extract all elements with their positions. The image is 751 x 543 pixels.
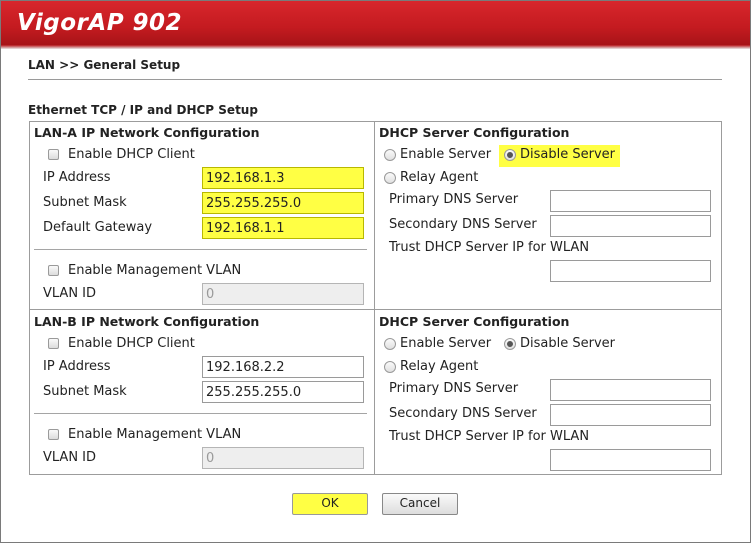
dhcp-a-title: DHCP Server Configuration xyxy=(379,125,570,140)
lan-a-title: LAN-A IP Network Configuration xyxy=(34,125,260,140)
dhcp-b-disable-label: Disable Server xyxy=(520,336,615,351)
dhcp-b-primary-dns-label: Primary DNS Server xyxy=(389,381,519,396)
dhcp-a-primary-dns-label: Primary DNS Server xyxy=(389,192,519,207)
dhcp-b-enable-label: Enable Server xyxy=(400,336,492,351)
dhcp-a-secondary-dns-label: Secondary DNS Server xyxy=(389,217,537,232)
lan-a-divider xyxy=(34,249,367,250)
lan-b-ip-input[interactable] xyxy=(202,356,364,378)
lan-b-ip-label: IP Address xyxy=(43,359,111,374)
lan-a-gateway-input[interactable] xyxy=(202,217,364,239)
dhcp-a-relay-label: Relay Agent xyxy=(400,170,479,185)
dhcp-b-primary-dns-input[interactable] xyxy=(550,379,711,401)
dhcp-a-trust-label: Trust DHCP Server IP for WLAN xyxy=(389,240,590,255)
dhcp-a-secondary-dns-input[interactable] xyxy=(550,215,711,237)
lan-b-title: LAN-B IP Network Configuration xyxy=(34,314,260,329)
lan-a-dhcp-client-label: Enable DHCP Client xyxy=(68,147,195,162)
lan-b-vlan-id-label: VLAN ID xyxy=(43,450,97,465)
dhcp-b-title: DHCP Server Configuration xyxy=(379,314,570,329)
breadcrumb-divider xyxy=(28,79,722,80)
header-shade xyxy=(1,45,750,49)
header-bar: VigorAP 902 xyxy=(1,1,750,49)
lan-b-dhcp-client-checkbox[interactable] xyxy=(48,338,59,349)
dhcp-a-enable-label: Enable Server xyxy=(400,147,492,162)
dhcp-a-disable-label: Disable Server xyxy=(520,147,615,162)
lan-b-mask-label: Subnet Mask xyxy=(43,384,127,399)
dhcp-a-disable-radio[interactable] xyxy=(504,149,516,161)
product-logo: VigorAP 902 xyxy=(17,10,183,36)
lan-a-vlan-id-input[interactable] xyxy=(202,283,364,305)
lan-b-mask-input[interactable] xyxy=(202,381,364,403)
dhcp-b-relay-label: Relay Agent xyxy=(400,359,479,374)
breadcrumb: LAN >> General Setup xyxy=(28,58,181,72)
lan-a-ip-label: IP Address xyxy=(43,170,111,185)
lan-a-mask-input[interactable] xyxy=(202,192,364,214)
lan-a-vlan-label: Enable Management VLAN xyxy=(68,263,242,278)
lan-b-dhcp-client-label: Enable DHCP Client xyxy=(68,336,195,351)
dhcp-b-secondary-dns-input[interactable] xyxy=(550,404,711,426)
dhcp-b-disable-radio[interactable] xyxy=(504,338,516,350)
dhcp-b-enable-radio[interactable] xyxy=(384,338,396,350)
dhcp-a-enable-radio[interactable] xyxy=(384,149,396,161)
dhcp-a-primary-dns-input[interactable] xyxy=(550,190,711,212)
dhcp-b-trust-input[interactable] xyxy=(550,449,711,471)
dhcp-b-trust-label: Trust DHCP Server IP for WLAN xyxy=(389,429,590,444)
dhcp-b-relay-radio[interactable] xyxy=(384,361,396,373)
dhcp-b-secondary-dns-label: Secondary DNS Server xyxy=(389,406,537,421)
lan-b-vlan-label: Enable Management VLAN xyxy=(68,427,242,442)
lan-a-mask-label: Subnet Mask xyxy=(43,195,127,210)
lan-b-vlan-checkbox[interactable] xyxy=(48,429,59,440)
dhcp-a-trust-input[interactable] xyxy=(550,260,711,282)
lan-a-vlan-checkbox[interactable] xyxy=(48,265,59,276)
lan-b-vlan-id-input[interactable] xyxy=(202,447,364,469)
lan-a-gateway-label: Default Gateway xyxy=(43,220,153,235)
cancel-button[interactable]: Cancel xyxy=(382,493,458,515)
lan-a-vlan-id-label: VLAN ID xyxy=(43,286,97,301)
lan-b-divider xyxy=(34,413,367,414)
app-window: VigorAP 902 LAN >> General Setup Etherne… xyxy=(0,0,751,543)
dhcp-a-relay-radio[interactable] xyxy=(384,172,396,184)
ok-button[interactable]: OK xyxy=(292,493,368,515)
section-title: Ethernet TCP / IP and DHCP Setup xyxy=(28,103,258,117)
lan-a-dhcp-client-checkbox[interactable] xyxy=(48,149,59,160)
lan-a-ip-input[interactable] xyxy=(202,167,364,189)
